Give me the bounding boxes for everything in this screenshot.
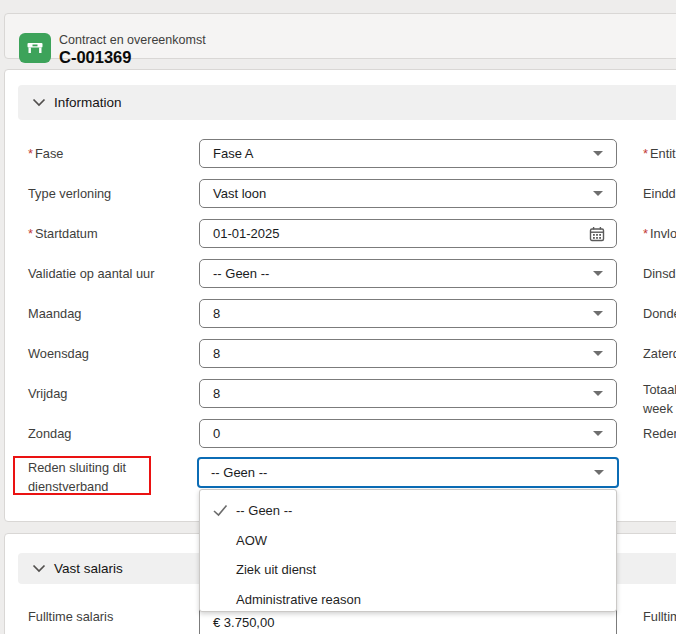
field-label-woensdag: Woensdag: [28, 339, 198, 368]
object-label: Contract en overeenkomst: [59, 33, 206, 47]
dropdown-option-aow[interactable]: AOW: [200, 526, 616, 556]
page: Contract en overeenkomst C-001369 Inform…: [0, 0, 676, 634]
record-header-card: Contract en overeenkomst C-001369: [4, 13, 676, 59]
field-label-right-0: *Entit: [643, 139, 676, 168]
section-header-information[interactable]: Information: [18, 85, 676, 120]
chevron-down-icon: [32, 564, 46, 573]
field-label-right-1: Eindda: [643, 179, 676, 208]
field-label-right-7: Reden: [643, 419, 676, 448]
chevron-down-icon: [593, 311, 603, 316]
vrijdag-picklist[interactable]: 8: [199, 379, 617, 408]
validatie-picklist[interactable]: -- Geen --: [199, 259, 617, 288]
dropdown-option-ziek-uit-dienst[interactable]: Ziek uit dienst: [200, 555, 616, 585]
chevron-down-icon: [593, 271, 603, 276]
fase-picklist[interactable]: Fase A: [199, 139, 617, 168]
type-verloning-picklist[interactable]: Vast loon: [199, 179, 617, 208]
dropdown-option-geen[interactable]: -- Geen --: [200, 496, 616, 526]
maandag-picklist[interactable]: 8: [199, 299, 617, 328]
information-card: [4, 69, 676, 522]
chevron-down-icon: [593, 431, 603, 436]
section-title: Information: [54, 95, 122, 110]
check-icon: [213, 504, 228, 520]
chevron-down-icon: [593, 351, 603, 356]
chevron-down-icon: [32, 98, 46, 107]
chevron-down-icon: [594, 470, 604, 475]
field-label-validatie: Validatie op aantal uur: [28, 259, 198, 288]
field-label-right-4: Donde: [643, 299, 676, 328]
chevron-down-icon: [593, 191, 603, 196]
field-label-fulltime-salaris: Fulltime salaris: [28, 602, 198, 631]
contract-object-icon: [19, 33, 51, 63]
record-name: C-001369: [59, 48, 131, 67]
required-asterisk: *: [28, 226, 33, 241]
required-asterisk: *: [643, 146, 648, 161]
zondag-picklist[interactable]: 0: [199, 419, 617, 448]
required-asterisk: *: [28, 146, 33, 161]
annotation-highlight-box: [13, 456, 151, 495]
field-label-right-6: Totaalweek: [643, 377, 676, 418]
section-title: Vast salaris: [54, 561, 123, 576]
field-label-type-verloning: Type verloning: [28, 179, 198, 208]
field-label-right-5: Zaterd: [643, 339, 676, 368]
startdatum-date-input[interactable]: 01-01-2025: [199, 219, 617, 248]
woensdag-picklist[interactable]: 8: [199, 339, 617, 368]
field-label-fase: *Fase: [28, 139, 198, 168]
reden-sluiting-picklist[interactable]: -- Geen --: [197, 457, 619, 488]
field-label-vrijdag: Vrijdag: [28, 379, 198, 408]
required-asterisk: *: [643, 226, 648, 241]
field-label-right-2: *Invlo: [643, 219, 676, 248]
picklist-dropdown-panel: -- Geen -- AOW Ziek uit dienst Administr…: [199, 489, 617, 612]
field-label-zondag: Zondag: [28, 419, 198, 448]
calendar-icon[interactable]: [589, 226, 605, 246]
chevron-down-icon: [593, 391, 603, 396]
field-label-right-fulltime: Fulltim: [643, 602, 676, 631]
field-label-startdatum: *Startdatum: [28, 219, 198, 248]
field-label-right-3: Dinsda: [643, 259, 676, 288]
dropdown-option-administrative-reason[interactable]: Administrative reason: [200, 585, 616, 615]
chevron-down-icon: [593, 151, 603, 156]
field-label-maandag: Maandag: [28, 299, 198, 328]
